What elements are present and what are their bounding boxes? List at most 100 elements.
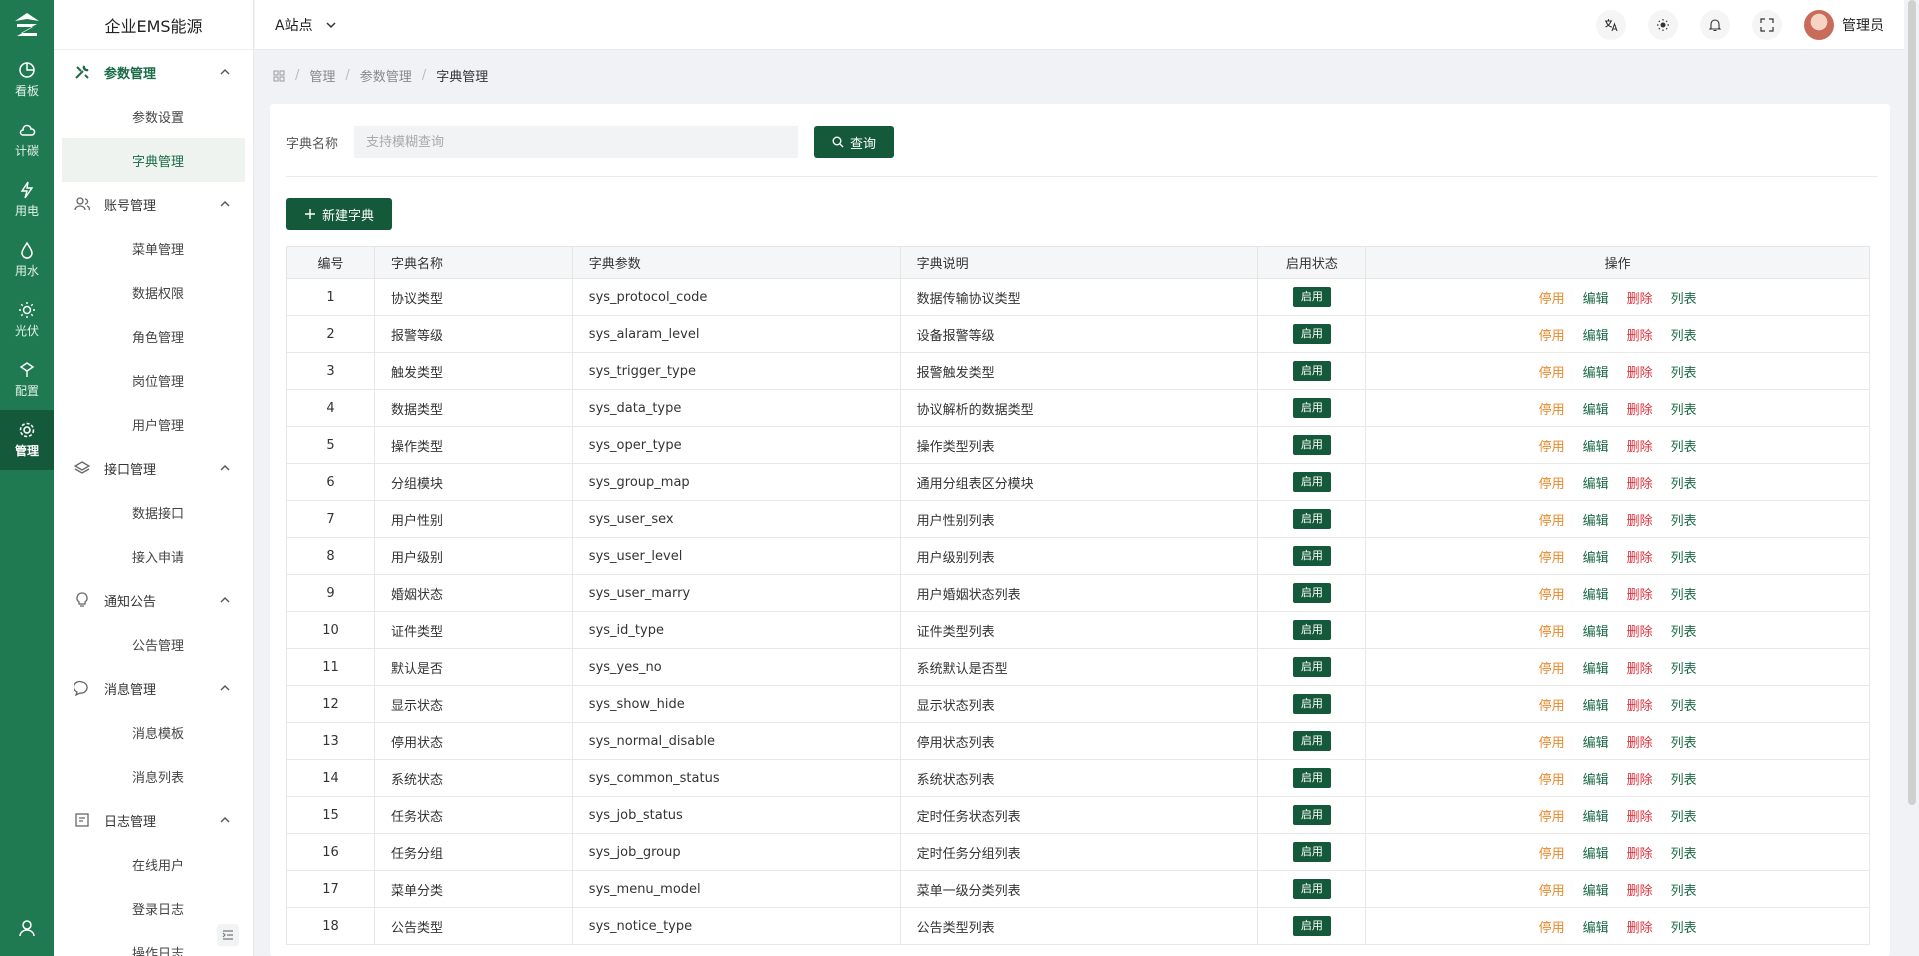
rail-item-solar[interactable]: 光伏 [0, 290, 54, 350]
list-link[interactable]: 列表 [1671, 773, 1697, 788]
sidebar-item-notice-manage[interactable]: 公告管理 [62, 622, 245, 666]
list-link[interactable]: 列表 [1671, 514, 1697, 529]
list-link[interactable]: 列表 [1671, 292, 1697, 307]
edit-link[interactable]: 编辑 [1583, 699, 1609, 714]
sidebar-item-post-manage[interactable]: 岗位管理 [62, 358, 245, 402]
list-link[interactable]: 列表 [1671, 699, 1697, 714]
edit-link[interactable]: 编辑 [1583, 736, 1609, 751]
breadcrumb-item[interactable]: 参数管理 [360, 66, 412, 85]
disable-link[interactable]: 停用 [1539, 884, 1565, 899]
sidebar-item-param-settings[interactable]: 参数设置 [62, 94, 245, 138]
disable-link[interactable]: 停用 [1539, 514, 1565, 529]
disable-link[interactable]: 停用 [1539, 699, 1565, 714]
edit-link[interactable]: 编辑 [1583, 884, 1609, 899]
avatar[interactable] [1804, 10, 1834, 40]
sidebar-item-menu-manage[interactable]: 菜单管理 [62, 226, 245, 270]
list-link[interactable]: 列表 [1671, 662, 1697, 677]
edit-link[interactable]: 编辑 [1583, 329, 1609, 344]
delete-link[interactable]: 删除 [1627, 736, 1653, 751]
edit-link[interactable]: 编辑 [1583, 551, 1609, 566]
edit-link[interactable]: 编辑 [1583, 292, 1609, 307]
edit-link[interactable]: 编辑 [1583, 921, 1609, 936]
sidebar-item-dict-manage[interactable]: 字典管理 [62, 138, 245, 182]
delete-link[interactable]: 删除 [1627, 625, 1653, 640]
edit-link[interactable]: 编辑 [1583, 625, 1609, 640]
delete-link[interactable]: 删除 [1627, 662, 1653, 677]
delete-link[interactable]: 删除 [1627, 884, 1653, 899]
edit-link[interactable]: 编辑 [1583, 588, 1609, 603]
rail-item-config[interactable]: 配置 [0, 350, 54, 410]
edit-link[interactable]: 编辑 [1583, 847, 1609, 862]
delete-link[interactable]: 删除 [1627, 477, 1653, 492]
sidebar-group-message[interactable]: 消息管理 [54, 666, 253, 710]
edit-link[interactable]: 编辑 [1583, 810, 1609, 825]
sidebar-item-user-manage[interactable]: 用户管理 [62, 402, 245, 446]
translate-icon[interactable] [1596, 10, 1626, 40]
delete-link[interactable]: 删除 [1627, 329, 1653, 344]
bell-icon[interactable] [1700, 10, 1730, 40]
list-link[interactable]: 列表 [1671, 588, 1697, 603]
delete-link[interactable]: 删除 [1627, 292, 1653, 307]
rail-item-electricity[interactable]: 用电 [0, 170, 54, 230]
rail-item-carbon[interactable]: 计碳 [0, 110, 54, 170]
disable-link[interactable]: 停用 [1539, 662, 1565, 677]
sidebar-group-notice[interactable]: 通知公告 [54, 578, 253, 622]
sidebar-group-interface[interactable]: 接口管理 [54, 446, 253, 490]
list-link[interactable]: 列表 [1671, 810, 1697, 825]
user-profile-icon[interactable] [0, 918, 54, 938]
site-select[interactable]: A站点 [275, 15, 337, 35]
delete-link[interactable]: 删除 [1627, 514, 1653, 529]
rail-item-water[interactable]: 用水 [0, 230, 54, 290]
breadcrumb-item[interactable]: 管理 [309, 66, 335, 85]
disable-link[interactable]: 停用 [1539, 551, 1565, 566]
sidebar-item-online-users[interactable]: 在线用户 [62, 842, 245, 886]
list-link[interactable]: 列表 [1671, 329, 1697, 344]
sidebar-item-access-request[interactable]: 接入申请 [62, 534, 245, 578]
page-scrollbar[interactable] [1908, 0, 1916, 805]
edit-link[interactable]: 编辑 [1583, 662, 1609, 677]
edit-link[interactable]: 编辑 [1583, 403, 1609, 418]
sidebar-group-log[interactable]: 日志管理 [54, 798, 253, 842]
list-link[interactable]: 列表 [1671, 625, 1697, 640]
list-link[interactable]: 列表 [1671, 366, 1697, 381]
list-link[interactable]: 列表 [1671, 847, 1697, 862]
rail-item-manage[interactable]: 管理 [0, 410, 54, 470]
disable-link[interactable]: 停用 [1539, 810, 1565, 825]
edit-link[interactable]: 编辑 [1583, 514, 1609, 529]
dict-name-search-input[interactable] [354, 126, 799, 158]
disable-link[interactable]: 停用 [1539, 736, 1565, 751]
list-link[interactable]: 列表 [1671, 884, 1697, 899]
user-name[interactable]: 管理员 [1842, 15, 1884, 35]
sidebar-item-message-template[interactable]: 消息模板 [62, 710, 245, 754]
search-button[interactable]: 查询 [814, 126, 895, 158]
edit-link[interactable]: 编辑 [1583, 773, 1609, 788]
list-link[interactable]: 列表 [1671, 440, 1697, 455]
delete-link[interactable]: 删除 [1627, 588, 1653, 603]
edit-link[interactable]: 编辑 [1583, 366, 1609, 381]
delete-link[interactable]: 删除 [1627, 773, 1653, 788]
sidebar-item-role-manage[interactable]: 角色管理 [62, 314, 245, 358]
delete-link[interactable]: 删除 [1627, 699, 1653, 714]
theme-sun-icon[interactable] [1648, 10, 1678, 40]
edit-link[interactable]: 编辑 [1583, 477, 1609, 492]
delete-link[interactable]: 删除 [1627, 440, 1653, 455]
delete-link[interactable]: 删除 [1627, 366, 1653, 381]
disable-link[interactable]: 停用 [1539, 403, 1565, 418]
delete-link[interactable]: 删除 [1627, 847, 1653, 862]
disable-link[interactable]: 停用 [1539, 292, 1565, 307]
disable-link[interactable]: 停用 [1539, 921, 1565, 936]
delete-link[interactable]: 删除 [1627, 810, 1653, 825]
disable-link[interactable]: 停用 [1539, 588, 1565, 603]
delete-link[interactable]: 删除 [1627, 551, 1653, 566]
disable-link[interactable]: 停用 [1539, 773, 1565, 788]
disable-link[interactable]: 停用 [1539, 329, 1565, 344]
add-dict-button[interactable]: 新建字典 [286, 198, 393, 230]
sidebar-item-data-interface[interactable]: 数据接口 [62, 490, 245, 534]
sidebar-item-message-list[interactable]: 消息列表 [62, 754, 245, 798]
grid-icon[interactable] [273, 70, 285, 82]
delete-link[interactable]: 删除 [1627, 403, 1653, 418]
list-link[interactable]: 列表 [1671, 551, 1697, 566]
disable-link[interactable]: 停用 [1539, 477, 1565, 492]
collapse-sidebar-icon[interactable] [217, 924, 239, 946]
edit-link[interactable]: 编辑 [1583, 440, 1609, 455]
